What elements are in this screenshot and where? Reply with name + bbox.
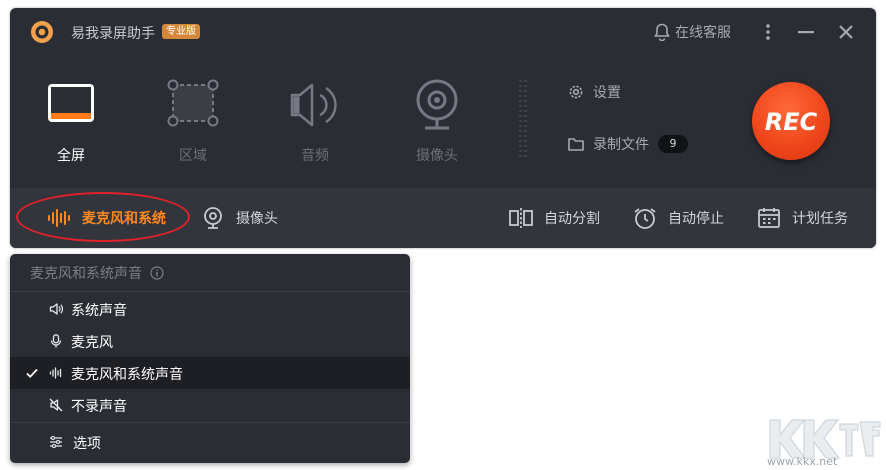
calendar-icon [758, 208, 780, 228]
microphone-icon [50, 334, 62, 348]
dropdown-header-label: 麦克风和系统声音 [30, 265, 142, 282]
option-label: 麦克风 [71, 335, 113, 351]
option-label: 不录声音 [71, 399, 127, 415]
camera-toggle-button[interactable]: 摄像头 [200, 204, 278, 232]
online-support-button[interactable]: 在线客服 [654, 22, 731, 42]
speaker-icon [49, 303, 63, 315]
checkmark-icon [26, 368, 38, 378]
close-icon[interactable] [836, 22, 856, 42]
mode-label: 全屏 [57, 148, 85, 164]
rec-label: REC [764, 108, 818, 136]
option-mic-and-system[interactable]: 麦克风和系统声音 [10, 357, 410, 389]
mode-fullscreen[interactable]: 全屏 [26, 56, 116, 188]
option-no-sound[interactable]: 不录声音 [10, 389, 410, 421]
edition-badge: 专业版 [162, 24, 200, 39]
fullscreen-icon [48, 84, 94, 122]
capture-mode-bar: 全屏 区域 音频 摄像头 [10, 56, 876, 188]
gear-icon [569, 85, 583, 99]
bottom-toolbar: 麦克风和系统 摄像头 自动分割 自动停止 计划任务 [10, 188, 876, 248]
audio-source-label: 麦克风和系统 [82, 211, 166, 227]
webcam-small-icon [204, 207, 222, 229]
scheduled-task-label: 计划任务 [792, 211, 848, 227]
settings-label: 设置 [593, 85, 621, 101]
mode-label: 音频 [301, 148, 329, 164]
option-system-sound[interactable]: 系统声音 [10, 293, 410, 325]
info-icon[interactable] [150, 265, 164, 280]
app-logo-icon [31, 21, 53, 43]
webcam-icon [416, 79, 458, 130]
mode-webcam[interactable]: 摄像头 [392, 56, 482, 188]
title-bar[interactable]: 易我录屏助手 专业版 在线客服 [10, 8, 876, 56]
split-icon [509, 208, 533, 228]
watermark-site: www.kkx.net [767, 455, 838, 468]
option-label: 系统声音 [71, 303, 127, 319]
waveform-icon [49, 367, 62, 379]
files-count-badge: 9 [658, 135, 688, 153]
folder-icon [568, 138, 584, 151]
audio-source-dropdown: 麦克风和系统声音 系统声音 麦克风 麦克风和系统声音 不录声音 选项 [10, 254, 410, 463]
support-label: 在线客服 [675, 25, 731, 41]
recorder-window: 易我录屏助手 专业版 在线客服 全屏 区域 音频 摄像头 设置 录制文件 9 R… [10, 8, 876, 248]
record-button[interactable]: REC [752, 82, 830, 160]
sliders-icon [50, 435, 62, 449]
region-icon [167, 79, 219, 127]
more-menu-icon[interactable] [758, 22, 778, 42]
mute-icon [49, 398, 63, 412]
minimize-icon[interactable] [796, 22, 816, 42]
settings-button[interactable]: 设置 [568, 82, 621, 102]
camera-label: 摄像头 [236, 211, 278, 227]
option-microphone[interactable]: 麦克风 [10, 325, 410, 357]
headset-icon [654, 23, 670, 41]
auto-stop-label: 自动停止 [668, 211, 724, 227]
scheduled-task-button[interactable]: 计划任务 [756, 204, 848, 232]
auto-split-button[interactable]: 自动分割 [508, 204, 600, 232]
mode-audio[interactable]: 音频 [270, 56, 360, 188]
waveform-icon [48, 209, 70, 227]
audio-source-button[interactable]: 麦克风和系统 [46, 204, 166, 232]
recorded-files-button[interactable]: 录制文件 9 [568, 134, 688, 154]
level-meter [519, 80, 527, 157]
option-settings[interactable]: 选项 [10, 422, 410, 462]
mode-region[interactable]: 区域 [148, 56, 238, 188]
recorded-files-label: 录制文件 [593, 137, 649, 153]
mode-label: 摄像头 [416, 148, 458, 164]
app-title: 易我录屏助手 [71, 26, 155, 42]
dropdown-header: 麦克风和系统声音 [10, 254, 410, 292]
option-label: 麦克风和系统声音 [71, 367, 183, 383]
auto-stop-button[interactable]: 自动停止 [632, 204, 724, 232]
timer-icon [634, 208, 656, 229]
audio-icon [290, 83, 337, 127]
option-label: 选项 [73, 436, 101, 452]
auto-split-label: 自动分割 [544, 211, 600, 227]
mode-label: 区域 [179, 148, 207, 164]
